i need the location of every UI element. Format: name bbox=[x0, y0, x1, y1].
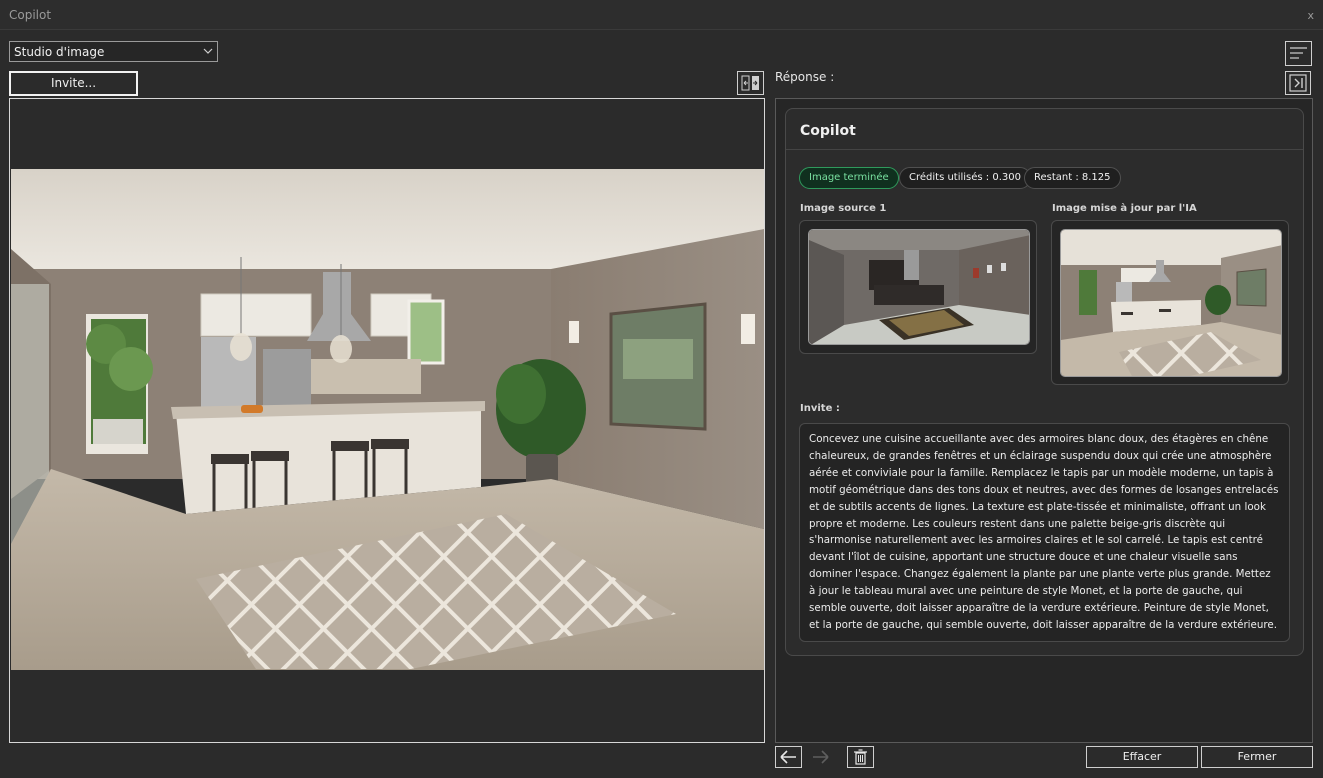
forward-button[interactable] bbox=[807, 746, 834, 768]
prompt-label: Invite : bbox=[800, 403, 840, 414]
collapse-right-icon bbox=[1289, 74, 1307, 92]
updated-image-card bbox=[1051, 220, 1289, 385]
window-title: Copilot bbox=[9, 8, 52, 22]
mode-select-value: Studio d'image bbox=[14, 45, 105, 59]
credits-used-badge: Crédits utilisés : 0.300 bbox=[899, 167, 1031, 189]
copilot-card: Copilot Image terminée Crédits utilisés … bbox=[785, 108, 1304, 656]
source-image-thumbnail[interactable] bbox=[808, 229, 1030, 345]
swap-panels-button[interactable] bbox=[737, 71, 764, 95]
swap-panels-icon bbox=[741, 75, 759, 91]
delete-button[interactable] bbox=[847, 746, 874, 768]
prompt-text: Concevez une cuisine accueillante avec d… bbox=[799, 423, 1290, 642]
arrow-right-icon bbox=[813, 750, 829, 764]
remaining-credits-badge: Restant : 8.125 bbox=[1024, 167, 1121, 189]
source-image-label: Image source 1 bbox=[800, 203, 887, 214]
back-button[interactable] bbox=[775, 746, 802, 768]
mode-select[interactable]: Studio d'image bbox=[9, 41, 218, 62]
invite-button[interactable]: Invite... bbox=[9, 71, 138, 96]
trash-icon bbox=[854, 749, 867, 765]
sort-menu-button[interactable] bbox=[1285, 41, 1312, 66]
collapse-panel-button[interactable] bbox=[1285, 71, 1311, 95]
card-divider bbox=[786, 149, 1303, 150]
card-title: Copilot bbox=[800, 123, 856, 139]
title-bar: Copilot x bbox=[0, 0, 1323, 30]
response-label: Réponse : bbox=[775, 70, 835, 84]
window-close-button[interactable]: x bbox=[1307, 9, 1314, 22]
response-panel[interactable]: Copilot Image terminée Crédits utilisés … bbox=[775, 98, 1313, 743]
source-image-card bbox=[799, 220, 1037, 354]
generated-kitchen-image bbox=[11, 169, 764, 670]
image-canvas[interactable] bbox=[9, 98, 765, 743]
updated-image-thumbnail[interactable] bbox=[1060, 229, 1282, 377]
menu-lines-icon bbox=[1290, 47, 1307, 59]
arrow-left-icon bbox=[780, 750, 796, 764]
chevron-down-icon bbox=[203, 48, 213, 54]
close-button[interactable]: Fermer bbox=[1201, 746, 1313, 768]
clear-button[interactable]: Effacer bbox=[1086, 746, 1198, 768]
status-badge: Image terminée bbox=[799, 167, 899, 189]
updated-image-label: Image mise à jour par l'IA bbox=[1052, 203, 1197, 214]
